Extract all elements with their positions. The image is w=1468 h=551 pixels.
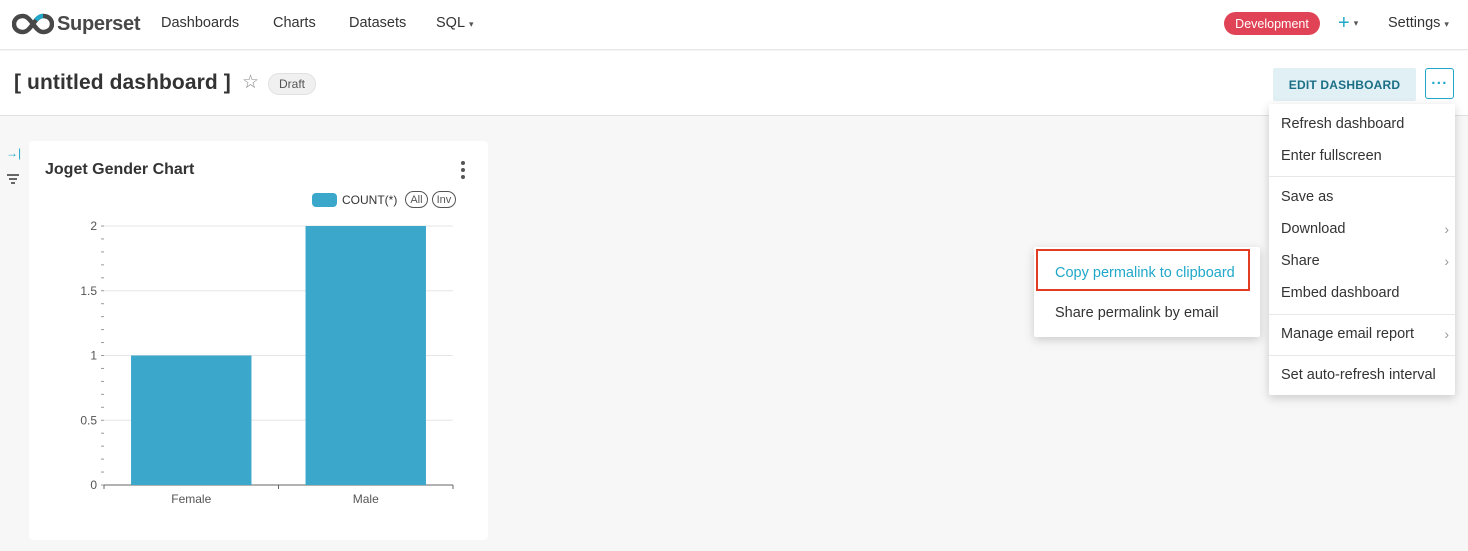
dashboard-header: [ untitled dashboard ] ☆ Draft EDIT DASH… — [0, 51, 1468, 116]
menu-item-save-as[interactable]: Save as — [1281, 189, 1449, 205]
chart-card: Joget Gender Chart COUNT(*) All Inv 0 0.5… — [29, 141, 488, 540]
bar-chart: 0 0.5 1 1.5 2 Female Male — [80, 219, 454, 506]
menu-item-label: Refresh dashboard — [1281, 116, 1405, 132]
submenu-item-share-permalink-by-email[interactable]: Share permalink by email — [1055, 305, 1219, 321]
submenu-item-copy-permalink-to-clipboard[interactable]: Copy permalink to clipboard — [1055, 265, 1235, 281]
chevron-right-icon: › — [1444, 221, 1449, 237]
star-icon[interactable]: ☆ — [242, 73, 259, 93]
superset-logo-icon — [12, 13, 54, 35]
menu-item-download[interactable]: Download › — [1281, 221, 1449, 237]
y-tick-label: 1 — [90, 349, 97, 363]
settings-label: Settings — [1388, 15, 1441, 31]
y-tick-label: 1.5 — [80, 284, 97, 298]
top-navbar: Superset Dashboards Charts Datasets SQL ▾… — [0, 0, 1468, 50]
menu-item-label: Share — [1281, 253, 1320, 269]
menu-item-label: Set auto-refresh interval — [1281, 367, 1436, 383]
nav-sql-menu[interactable]: SQL ▾ — [436, 15, 474, 31]
menu-divider — [1269, 314, 1455, 315]
y-tick-label: 0.5 — [80, 413, 97, 427]
menu-divider — [1269, 176, 1455, 177]
bar-male — [305, 226, 426, 485]
bar-female — [131, 355, 252, 485]
superset-logo[interactable]: Superset — [12, 10, 140, 38]
menu-item-enter-fullscreen[interactable]: Enter fullscreen — [1281, 148, 1449, 164]
edit-dashboard-button[interactable]: EDIT DASHBOARD — [1273, 68, 1416, 101]
menu-item-set-auto-refresh-interval[interactable]: Set auto-refresh interval — [1281, 367, 1449, 383]
more-options-button[interactable]: ··· — [1425, 68, 1454, 99]
nav-datasets[interactable]: Datasets — [349, 15, 406, 31]
ellipsis-icon: ··· — [1431, 75, 1448, 92]
menu-divider — [1269, 355, 1455, 356]
dashboard-options-menu: Refresh dashboard Enter fullscreen Save as… — [1269, 104, 1455, 395]
x-tick-label: Male — [353, 492, 379, 506]
menu-item-refresh-dashboard[interactable]: Refresh dashboard — [1281, 116, 1449, 132]
filter-icon[interactable] — [7, 174, 19, 186]
chevron-right-icon: › — [1444, 326, 1449, 342]
nav-sql-label: SQL — [436, 15, 466, 31]
x-tick-label: Female — [171, 492, 211, 506]
share-submenu: Copy permalink to clipboard Share permali… — [1034, 247, 1260, 337]
nav-dashboards[interactable]: Dashboards — [161, 15, 239, 31]
menu-item-label: Manage email report — [1281, 326, 1414, 342]
menu-item-label: Save as — [1281, 189, 1334, 205]
expand-filters-icon[interactable]: →| — [6, 146, 21, 160]
environment-badge: Development — [1224, 12, 1320, 35]
chevron-down-icon: ▾ — [469, 19, 474, 29]
menu-item-label: Embed dashboard — [1281, 285, 1400, 301]
menu-item-embed-dashboard[interactable]: Embed dashboard — [1281, 285, 1449, 301]
plus-icon: + — [1338, 12, 1350, 34]
menu-item-share[interactable]: Share › — [1281, 253, 1449, 269]
chevron-right-icon: › — [1444, 253, 1449, 269]
menu-item-label: Enter fullscreen — [1281, 148, 1382, 164]
dashboard-title[interactable]: [ untitled dashboard ] — [14, 71, 231, 95]
settings-menu[interactable]: Settings ▾ — [1388, 15, 1449, 31]
nav-charts[interactable]: Charts — [273, 15, 316, 31]
chevron-down-icon: ▾ — [1444, 19, 1449, 29]
chevron-down-icon: ▾ — [1353, 18, 1359, 28]
new-item-menu[interactable]: + ▾ — [1338, 12, 1358, 34]
brand-name: Superset — [57, 12, 141, 35]
menu-item-manage-email-report[interactable]: Manage email report › — [1281, 326, 1449, 342]
y-tick-label: 0 — [90, 478, 97, 492]
y-tick-label: 2 — [90, 219, 97, 233]
menu-item-label: Download — [1281, 221, 1346, 237]
draft-status-badge[interactable]: Draft — [268, 73, 317, 95]
